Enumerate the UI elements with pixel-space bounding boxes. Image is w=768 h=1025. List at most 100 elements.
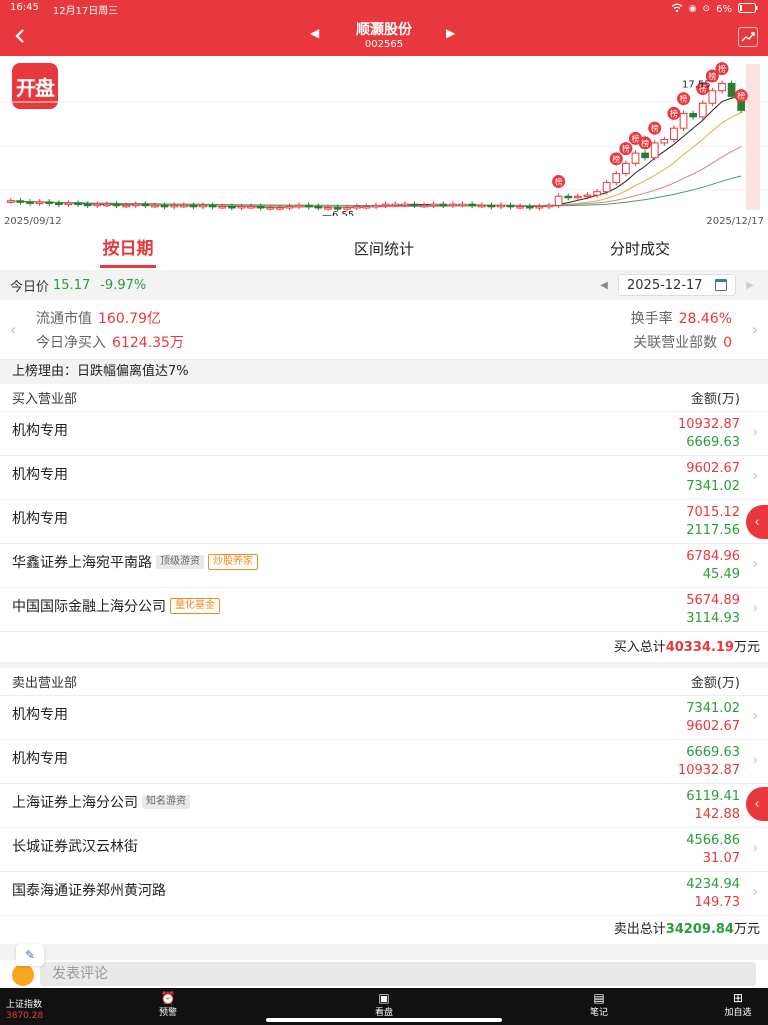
chart-end-date: 2025/12/17 (706, 216, 764, 227)
sell-amount: 7341.02 (686, 701, 740, 716)
candle-body (266, 207, 275, 210)
candle-body (631, 152, 640, 164)
sell-broker-row[interactable]: 长城证券武汉云林街 4566.86 31.07 › (0, 828, 768, 872)
chevron-left-icon[interactable]: ‹ (10, 320, 16, 339)
rank-badge: 榜 (609, 152, 623, 166)
sell-broker-row[interactable]: 机构专用 6669.63 10932.87 › (0, 740, 768, 784)
rank-badge-text: 榜 (641, 138, 649, 148)
candle-body (103, 203, 111, 207)
watch-button[interactable]: ▣ 看盘 (354, 991, 414, 1018)
sell-broker-row[interactable]: 国泰海通证券郑州黄河路 4234.94 149.73 › (0, 872, 768, 916)
summary-panel: ‹ 流通市值 160.79亿 今日净买入 6124.35万 换手率 28.46% 关联… (0, 300, 768, 360)
chart-switch-icon[interactable] (738, 27, 758, 47)
candle-body (237, 205, 246, 209)
buy-amount: 6784.96 (686, 549, 740, 564)
candle-body (689, 112, 698, 118)
candle-body (54, 202, 63, 206)
candle-body (295, 204, 303, 208)
candle-body (468, 203, 476, 207)
kline-chart[interactable]: 开盘 榜榜榜榜榜榜榜榜榜榜榜榜 17.55 —6.55 2025/09/12 202… (0, 56, 768, 230)
candle-body (400, 203, 409, 207)
rank-badge: 榜 (677, 92, 691, 106)
buy-amount: 5674.89 (686, 593, 740, 608)
low-label: —6.55 (322, 210, 354, 216)
candle-body (26, 201, 34, 204)
candle-body (439, 203, 448, 207)
chevron-right-icon: › (752, 601, 758, 616)
index-value: 3870.28 (6, 1011, 44, 1021)
candle-body (352, 205, 361, 209)
today-change: -9.97% (100, 277, 147, 293)
candle-body (285, 205, 294, 209)
sell-broker-row[interactable]: 上海证券上海分公司知名游资6119.41142.88› (0, 784, 768, 828)
stock-code: 002565 (364, 39, 404, 50)
sell-counter-amount: 149.73 (694, 895, 741, 910)
sell-broker-row[interactable]: 机构专用 7341.02 9602.67 › (0, 696, 768, 740)
buy-section-header: 买入营业部 金额(万) (0, 384, 768, 412)
divider (0, 944, 768, 960)
candle-body (189, 204, 198, 208)
candle-body (227, 205, 236, 209)
today-price: 15.17 (53, 277, 91, 293)
home-indicator[interactable] (266, 1018, 502, 1022)
today-price-label: 今日价 (10, 279, 50, 295)
buy-broker-row[interactable]: 机构专用 10932.87 6669.63 › (0, 412, 768, 456)
notes-button[interactable]: ▤ 笔记 (569, 991, 629, 1018)
rank-badge: 榜 (619, 142, 633, 156)
buy-broker-row[interactable]: 华鑫证券上海宛平南路 顶级游资 炒股养家 6784.96 45.49 › (0, 544, 768, 588)
alarm-button[interactable]: ⏰ 预警 (138, 991, 198, 1018)
candle-body (74, 202, 82, 206)
buy-total-unit: 万元 (733, 640, 760, 655)
rank-badge-text: 榜 (631, 133, 639, 143)
rank-badge-text: 榜 (718, 64, 726, 74)
lock-icon: ◉ (688, 4, 697, 14)
avatar[interactable] (12, 964, 34, 986)
edit-share-icon[interactable]: ✎ (16, 944, 44, 966)
candle-body (324, 207, 332, 210)
add-watchlist-button[interactable]: ⊞ 加自选 (708, 991, 768, 1018)
nav-bar: ◀ 顺灏股份 002565 ▶ (0, 18, 768, 56)
candle-body (487, 204, 496, 208)
sell-amount: 6119.41 (686, 789, 740, 804)
buy-broker-row[interactable]: 机构专用 9602.67 7341.02 › (0, 456, 768, 500)
buy-counter-amount: 45.49 (702, 567, 740, 582)
sell-total: 卖出总计34209.84万元 (0, 916, 768, 944)
buy-header-label: 买入营业部 (12, 392, 78, 407)
chevron-right-icon[interactable]: › (752, 320, 758, 339)
net-buy-value: 6124.35万 (112, 335, 184, 351)
tab-intraday-trades[interactable]: 分时成交 (512, 230, 768, 270)
buy-broker-row[interactable]: 机构专用7015.122117.56› (0, 500, 768, 544)
candle-body (497, 204, 505, 208)
sell-total-unit: 万元 (733, 922, 760, 937)
buy-counter-amount: 6669.63 (686, 435, 740, 450)
battery-icon (738, 2, 758, 16)
monitor-icon: ▣ (378, 991, 390, 1005)
broker-tag: 炒股养家 (208, 554, 258, 570)
rank-badge-text: 榜 (555, 177, 563, 187)
status-time: 16:45 (10, 1, 39, 13)
note-icon: ▤ (593, 991, 605, 1005)
broker-name: 上海证券上海分公司 (12, 795, 138, 811)
date-picker[interactable]: 2025-12-17 (618, 274, 736, 296)
buy-broker-row[interactable]: 中国国际金融上海分公司 量化基金 5674.89 3114.93 › (0, 588, 768, 632)
prev-date-icon[interactable]: ◀ (596, 280, 612, 291)
net-buy-label: 今日净买入 (36, 335, 106, 351)
candle-body (593, 191, 601, 196)
rank-badge: 榜 (638, 136, 652, 150)
list-reason: 上榜理由：日跌幅偏离值达7% (0, 360, 768, 384)
broker-name: 机构专用 (12, 751, 68, 767)
chevron-left-icon[interactable] (8, 24, 32, 48)
index-ticker[interactable]: 上证指数 3870.28 (6, 1000, 43, 1022)
alarm-clock-icon: ⏰ (160, 991, 176, 1005)
triangle-right-icon[interactable]: ▶ (446, 26, 455, 40)
tab-by-date[interactable]: 按日期 (0, 230, 256, 270)
candle-body (410, 203, 419, 207)
comment-input[interactable]: 发表评论 (40, 962, 756, 986)
tab-interval-stats[interactable]: 区间统计 (256, 230, 512, 270)
sell-amount: 6669.63 (686, 745, 740, 760)
candle-body (477, 204, 486, 208)
float-mv-value: 160.79亿 (98, 311, 161, 327)
next-date-icon[interactable]: ▶ (742, 280, 758, 291)
candle-body (247, 205, 255, 209)
candle-body (160, 204, 169, 208)
